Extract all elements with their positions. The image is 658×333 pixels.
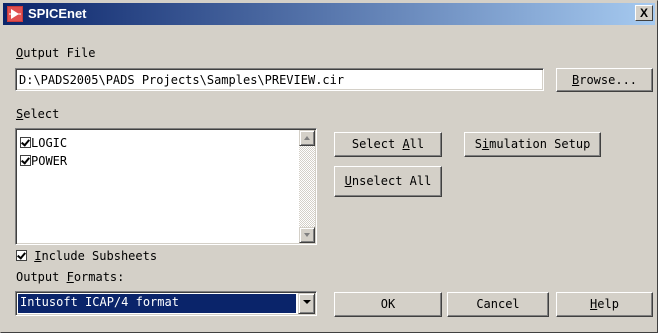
unselect-all-button[interactable]: Unselect All — [334, 166, 442, 197]
list-item-power[interactable]: POWER — [20, 154, 67, 168]
ok-button[interactable]: OK — [334, 292, 442, 317]
chevron-down-icon — [303, 300, 311, 304]
list-item-label: POWER — [31, 154, 68, 168]
select-label: Select — [16, 107, 60, 121]
list-item-label: LOGIC — [31, 136, 68, 150]
title-bar[interactable]: SPICEnet X — [3, 3, 655, 25]
output-file-path: D:\PADS2005\PADS Projects\Samples\PREVIE… — [19, 73, 345, 87]
select-all-button[interactable]: Select All — [334, 132, 442, 157]
select-list[interactable]: LOGIC POWER — [15, 128, 317, 245]
scroll-up-button[interactable] — [299, 130, 315, 146]
spicenet-app-icon — [7, 6, 23, 22]
output-file-label: Output File — [16, 46, 96, 60]
close-button[interactable]: X — [635, 5, 653, 21]
window-title: SPICEnet — [28, 6, 87, 21]
output-formats-dropdown[interactable]: Intusoft ICAP/4 format — [15, 291, 317, 316]
scroll-down-button[interactable] — [299, 227, 315, 243]
output-formats-label: Output Formats: — [16, 270, 125, 284]
spicenet-dialog: SPICEnet X Output File D:\PADS2005\PADS … — [0, 0, 658, 333]
dropdown-button[interactable] — [298, 293, 315, 314]
browse-button[interactable]: Browse... — [556, 68, 653, 92]
logic-checkbox[interactable] — [20, 137, 31, 148]
list-item-logic[interactable]: LOGIC — [20, 136, 67, 150]
scroll-up-arrow-icon — [304, 136, 310, 140]
include-subsheets-checkbox[interactable] — [16, 250, 27, 261]
help-button[interactable]: Help — [556, 292, 653, 317]
output-file-input[interactable]: D:\PADS2005\PADS Projects\Samples\PREVIE… — [15, 68, 544, 91]
output-formats-selected: Intusoft ICAP/4 format — [18, 294, 296, 313]
cancel-button[interactable]: Cancel — [447, 292, 549, 317]
include-subsheets-option[interactable]: Include Subsheets — [16, 249, 157, 263]
power-checkbox[interactable] — [20, 155, 31, 166]
simulation-setup-button[interactable]: Simulation Setup — [464, 132, 601, 157]
list-scrollbar[interactable] — [299, 130, 315, 243]
scroll-down-arrow-icon — [304, 233, 310, 237]
close-icon: X — [639, 6, 648, 20]
